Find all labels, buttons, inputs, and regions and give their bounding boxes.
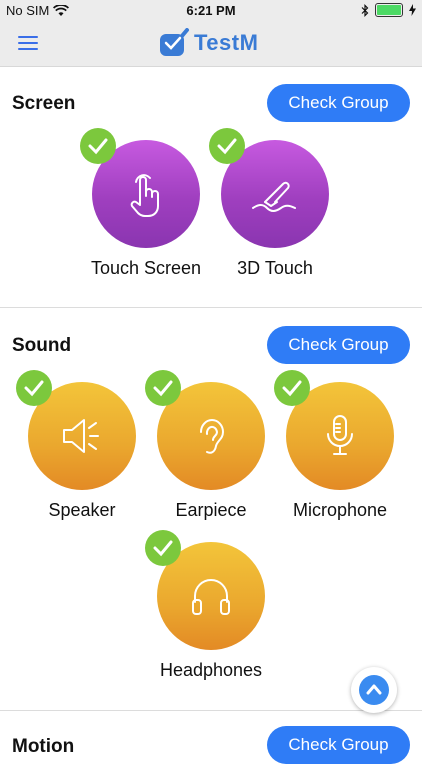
menu-line [18,48,38,50]
checkmark-icon [153,380,173,397]
check-group-button[interactable]: Check Group [267,726,410,764]
test-label: Microphone [292,500,388,520]
nav-bar: TestM [0,22,422,67]
clock: 6:21 PM [186,3,236,18]
test-circle [16,370,136,490]
scroll-to-top-button[interactable] [351,667,397,713]
section-title: Sound [12,335,72,356]
menu-line [18,36,38,38]
test-circle [274,370,394,490]
status-bar: No SIM 6:21 PM [0,0,422,22]
test-label: Headphones [159,660,263,680]
test-tile-headphones[interactable]: Headphones [145,530,276,681]
check-badge [209,128,245,164]
test-circle [145,370,265,490]
charging-icon [409,4,416,16]
checkmark-icon [217,138,237,155]
test-label: 3D Touch [237,258,313,278]
checkmark-icon [88,138,108,155]
check-badge [145,530,181,566]
check-badge [145,370,181,406]
test-label: Speaker [48,500,116,520]
section-divider [0,307,422,308]
scroll-to-top-circle [359,675,389,705]
check-badge [274,370,310,406]
microphone-icon [327,415,353,455]
menu-line [18,42,38,44]
app-logo: TestM [158,28,258,58]
speaker-icon [63,419,99,453]
test-tile-touch-screen[interactable]: Touch Screen [80,128,211,279]
section-title: Motion [12,736,75,757]
check-badge [16,370,52,406]
section-title: Screen [12,93,76,114]
test-label: Earpiece [175,500,247,520]
test-tile-speaker[interactable]: Speaker [16,370,147,521]
headphones-icon [192,579,230,615]
test-tile-3d-touch[interactable]: 3D Touch [209,128,340,279]
test-tile-microphone[interactable]: Microphone [274,370,405,521]
ear-icon [200,419,224,454]
3d-touch-icon [252,181,296,212]
test-circle [80,128,200,248]
check-group-button[interactable]: Check Group [267,84,410,122]
checkmark-icon [153,540,173,557]
test-circle [209,128,329,248]
test-label: Touch Screen [90,258,202,278]
status-right [361,3,416,17]
testm-logo-icon [160,28,189,56]
chevron-up-icon [366,684,382,695]
touch-icon [130,174,159,217]
test-circle [145,530,265,650]
checkmark-icon [282,380,302,397]
section-divider [0,710,422,711]
app-name: TestM [194,30,259,55]
menu-button[interactable] [18,36,38,52]
check-badge [80,128,116,164]
check-group-button[interactable]: Check Group [267,326,410,364]
bluetooth-icon [361,3,369,17]
battery-icon [375,3,403,17]
battery-fill [377,5,401,15]
test-tile-earpiece[interactable]: Earpiece [145,370,276,521]
checkmark-icon [24,380,44,397]
